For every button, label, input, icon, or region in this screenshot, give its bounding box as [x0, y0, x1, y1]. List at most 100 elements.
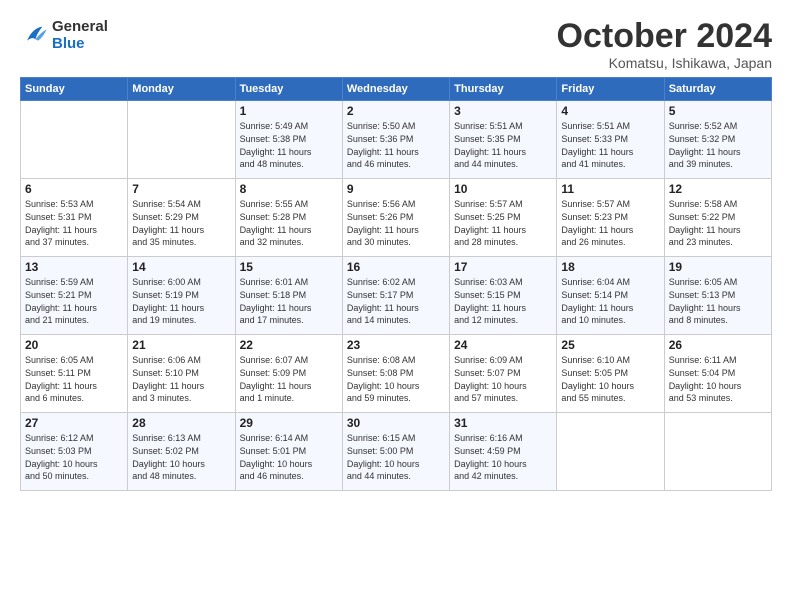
- day-number: 24: [454, 338, 552, 352]
- day-number: 21: [132, 338, 230, 352]
- cell-content: Sunrise: 5:53 AM Sunset: 5:31 PM Dayligh…: [25, 198, 123, 248]
- day-number: 6: [25, 182, 123, 196]
- day-number: 10: [454, 182, 552, 196]
- cell-content: Sunrise: 5:51 AM Sunset: 5:35 PM Dayligh…: [454, 120, 552, 170]
- calendar-cell: 17 Sunrise: 6:03 AM Sunset: 5:15 PM Dayli…: [450, 257, 557, 335]
- cell-content: Sunrise: 6:03 AM Sunset: 5:15 PM Dayligh…: [454, 276, 552, 326]
- cell-content: Sunrise: 6:05 AM Sunset: 5:11 PM Dayligh…: [25, 354, 123, 404]
- cell-content: Sunrise: 5:49 AM Sunset: 5:38 PM Dayligh…: [240, 120, 338, 170]
- calendar-cell: 10Sunrise: 5:57 AM Sunset: 5:25 PM Dayli…: [450, 179, 557, 257]
- day-number: 8: [240, 182, 338, 196]
- cell-content: Sunrise: 6:05 AM Sunset: 5:13 PM Dayligh…: [669, 276, 767, 326]
- calendar-cell: 23 Sunrise: 6:08 AM Sunset: 5:08 PM Dayli…: [342, 335, 449, 413]
- calendar-week-1: 6 Sunrise: 5:53 AM Sunset: 5:31 PM Daylig…: [21, 179, 772, 257]
- header-thursday: Thursday: [450, 78, 557, 101]
- header-wednesday: Wednesday: [342, 78, 449, 101]
- calendar-cell: 5 Sunrise: 5:52 AM Sunset: 5:32 PM Daylig…: [664, 101, 771, 179]
- header-saturday: Saturday: [664, 78, 771, 101]
- day-number: 2: [347, 104, 445, 118]
- header-friday: Friday: [557, 78, 664, 101]
- calendar-cell: 27 Sunrise: 6:12 AM Sunset: 5:03 PM Dayli…: [21, 413, 128, 491]
- calendar-cell: 7Sunrise: 5:54 AM Sunset: 5:29 PM Daylig…: [128, 179, 235, 257]
- cell-content: Sunrise: 6:06 AM Sunset: 5:10 PM Dayligh…: [132, 354, 230, 404]
- cell-content: Sunrise: 5:58 AM Sunset: 5:22 PM Dayligh…: [669, 198, 767, 248]
- cell-content: Sunrise: 5:57 AM Sunset: 5:23 PM Dayligh…: [561, 198, 659, 248]
- logo-text: General Blue: [52, 18, 108, 52]
- cell-content: Sunrise: 6:12 AM Sunset: 5:03 PM Dayligh…: [25, 432, 123, 482]
- calendar-cell: 3Sunrise: 5:51 AM Sunset: 5:35 PM Daylig…: [450, 101, 557, 179]
- day-number: 5: [669, 104, 767, 118]
- logo: General Blue: [20, 18, 108, 52]
- header-row: Sunday Monday Tuesday Wednesday Thursday…: [21, 78, 772, 101]
- calendar-cell: 30 Sunrise: 6:15 AM Sunset: 5:00 PM Dayli…: [342, 413, 449, 491]
- calendar-week-2: 13Sunrise: 5:59 AM Sunset: 5:21 PM Dayli…: [21, 257, 772, 335]
- cell-content: Sunrise: 6:11 AM Sunset: 5:04 PM Dayligh…: [669, 354, 767, 404]
- page: General Blue October 2024 Komatsu, Ishik…: [0, 0, 792, 612]
- calendar-cell: 14Sunrise: 6:00 AM Sunset: 5:19 PM Dayli…: [128, 257, 235, 335]
- day-number: 15: [240, 260, 338, 274]
- cell-content: Sunrise: 6:16 AM Sunset: 4:59 PM Dayligh…: [454, 432, 552, 482]
- cell-content: Sunrise: 5:50 AM Sunset: 5:36 PM Dayligh…: [347, 120, 445, 170]
- calendar-cell: 26 Sunrise: 6:11 AM Sunset: 5:04 PM Dayli…: [664, 335, 771, 413]
- day-number: 11: [561, 182, 659, 196]
- calendar-cell: 25 Sunrise: 6:10 AM Sunset: 5:05 PM Dayli…: [557, 335, 664, 413]
- cell-content: Sunrise: 6:09 AM Sunset: 5:07 PM Dayligh…: [454, 354, 552, 404]
- calendar-cell: 2 Sunrise: 5:50 AM Sunset: 5:36 PM Daylig…: [342, 101, 449, 179]
- calendar-cell: 18 Sunrise: 6:04 AM Sunset: 5:14 PM Dayli…: [557, 257, 664, 335]
- day-number: 16: [347, 260, 445, 274]
- day-number: 1: [240, 104, 338, 118]
- cell-content: Sunrise: 6:07 AM Sunset: 5:09 PM Dayligh…: [240, 354, 338, 404]
- day-number: 26: [669, 338, 767, 352]
- calendar-cell: 1 Sunrise: 5:49 AM Sunset: 5:38 PM Daylig…: [235, 101, 342, 179]
- calendar-table: Sunday Monday Tuesday Wednesday Thursday…: [20, 77, 772, 491]
- calendar-cell: 9Sunrise: 5:56 AM Sunset: 5:26 PM Daylig…: [342, 179, 449, 257]
- cell-content: Sunrise: 5:52 AM Sunset: 5:32 PM Dayligh…: [669, 120, 767, 170]
- cell-content: Sunrise: 6:00 AM Sunset: 5:19 PM Dayligh…: [132, 276, 230, 326]
- day-number: 28: [132, 416, 230, 430]
- calendar-week-3: 20 Sunrise: 6:05 AM Sunset: 5:11 PM Dayli…: [21, 335, 772, 413]
- cell-content: Sunrise: 6:01 AM Sunset: 5:18 PM Dayligh…: [240, 276, 338, 326]
- cell-content: Sunrise: 6:15 AM Sunset: 5:00 PM Dayligh…: [347, 432, 445, 482]
- calendar-cell: 19Sunrise: 6:05 AM Sunset: 5:13 PM Dayli…: [664, 257, 771, 335]
- calendar-cell: 24 Sunrise: 6:09 AM Sunset: 5:07 PM Dayli…: [450, 335, 557, 413]
- calendar-cell: 8 Sunrise: 5:55 AM Sunset: 5:28 PM Daylig…: [235, 179, 342, 257]
- day-number: 9: [347, 182, 445, 196]
- calendar-cell: 20 Sunrise: 6:05 AM Sunset: 5:11 PM Dayli…: [21, 335, 128, 413]
- day-number: 31: [454, 416, 552, 430]
- day-number: 18: [561, 260, 659, 274]
- calendar-cell: 6 Sunrise: 5:53 AM Sunset: 5:31 PM Daylig…: [21, 179, 128, 257]
- day-number: 29: [240, 416, 338, 430]
- day-number: 20: [25, 338, 123, 352]
- day-number: 13: [25, 260, 123, 274]
- cell-content: Sunrise: 6:10 AM Sunset: 5:05 PM Dayligh…: [561, 354, 659, 404]
- header-monday: Monday: [128, 78, 235, 101]
- day-number: 27: [25, 416, 123, 430]
- calendar-cell: [664, 413, 771, 491]
- header-tuesday: Tuesday: [235, 78, 342, 101]
- cell-content: Sunrise: 6:13 AM Sunset: 5:02 PM Dayligh…: [132, 432, 230, 482]
- calendar-cell: 22Sunrise: 6:07 AM Sunset: 5:09 PM Dayli…: [235, 335, 342, 413]
- calendar-cell: [21, 101, 128, 179]
- cell-content: Sunrise: 5:51 AM Sunset: 5:33 PM Dayligh…: [561, 120, 659, 170]
- calendar-cell: [128, 101, 235, 179]
- calendar-cell: 12Sunrise: 5:58 AM Sunset: 5:22 PM Dayli…: [664, 179, 771, 257]
- cell-content: Sunrise: 5:55 AM Sunset: 5:28 PM Dayligh…: [240, 198, 338, 248]
- day-number: 25: [561, 338, 659, 352]
- calendar-cell: 11 Sunrise: 5:57 AM Sunset: 5:23 PM Dayli…: [557, 179, 664, 257]
- day-number: 23: [347, 338, 445, 352]
- day-number: 17: [454, 260, 552, 274]
- day-number: 30: [347, 416, 445, 430]
- month-title: October 2024: [557, 18, 772, 55]
- calendar-cell: 21 Sunrise: 6:06 AM Sunset: 5:10 PM Dayli…: [128, 335, 235, 413]
- calendar-week-0: 1 Sunrise: 5:49 AM Sunset: 5:38 PM Daylig…: [21, 101, 772, 179]
- cell-content: Sunrise: 6:04 AM Sunset: 5:14 PM Dayligh…: [561, 276, 659, 326]
- cell-content: Sunrise: 6:02 AM Sunset: 5:17 PM Dayligh…: [347, 276, 445, 326]
- logo-icon: [20, 21, 48, 49]
- title-section: October 2024 Komatsu, Ishikawa, Japan: [557, 18, 772, 71]
- calendar-cell: 31 Sunrise: 6:16 AM Sunset: 4:59 PM Dayli…: [450, 413, 557, 491]
- calendar-cell: 28 Sunrise: 6:13 AM Sunset: 5:02 PM Dayli…: [128, 413, 235, 491]
- calendar-cell: 15 Sunrise: 6:01 AM Sunset: 5:18 PM Dayli…: [235, 257, 342, 335]
- location-subtitle: Komatsu, Ishikawa, Japan: [557, 55, 772, 71]
- day-number: 4: [561, 104, 659, 118]
- cell-content: Sunrise: 6:08 AM Sunset: 5:08 PM Dayligh…: [347, 354, 445, 404]
